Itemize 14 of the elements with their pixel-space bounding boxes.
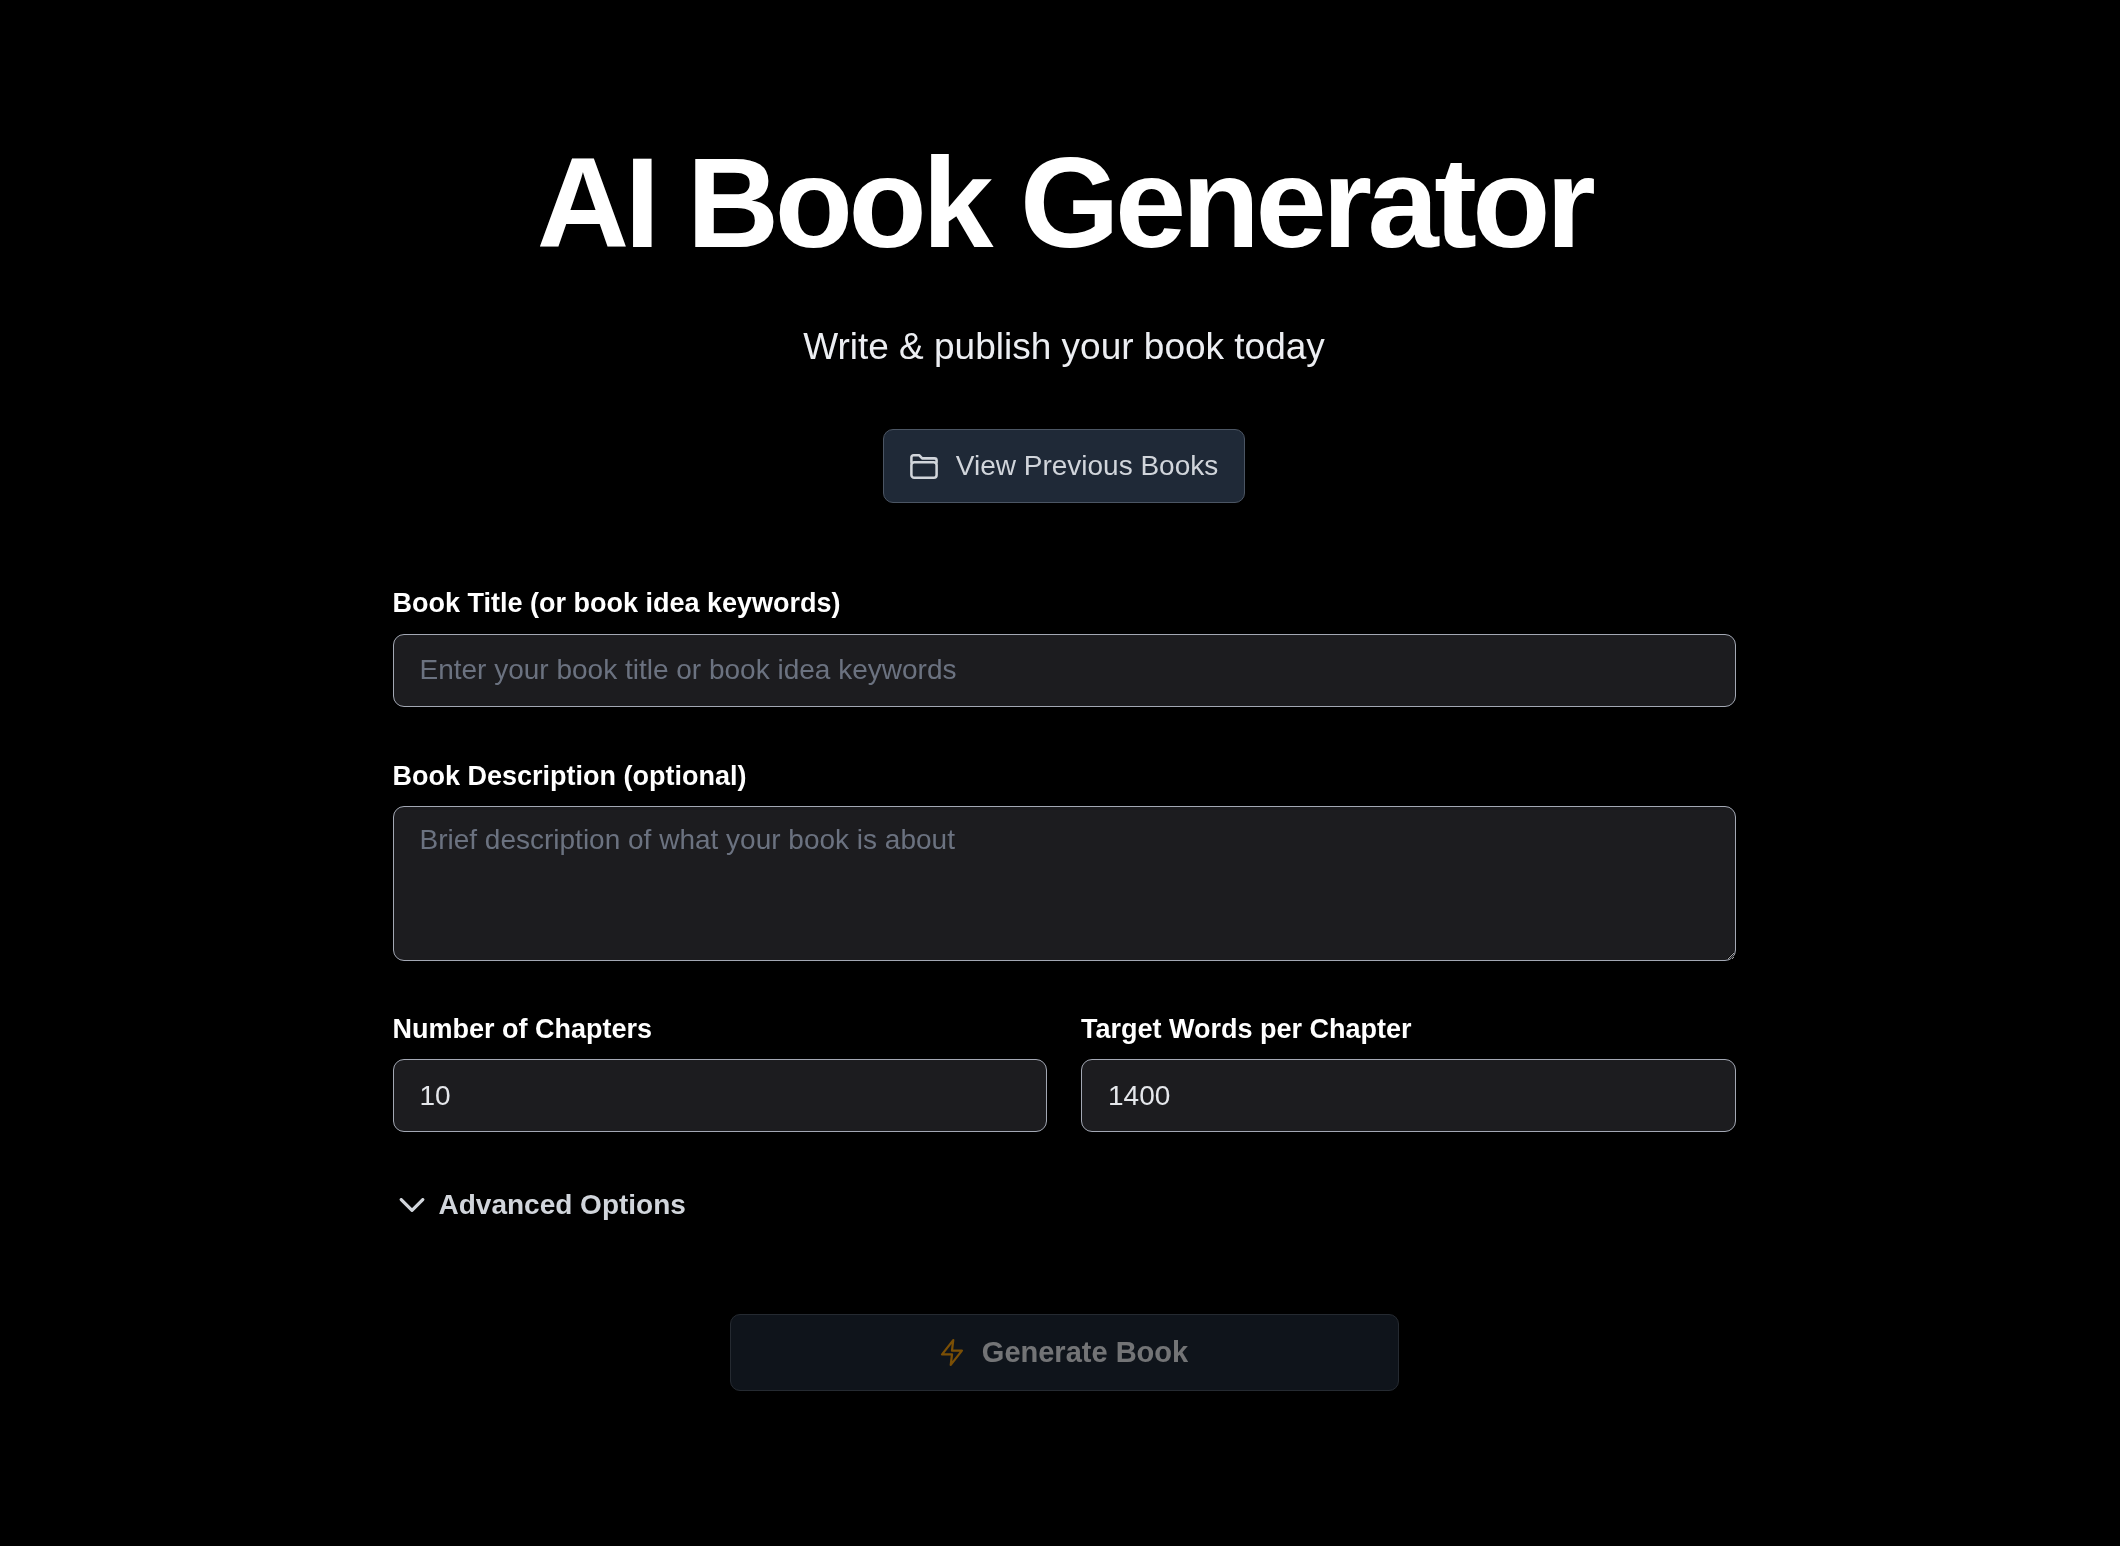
page-title: AI Book Generator (536, 133, 1592, 274)
page-subtitle: Write & publish your book today (803, 324, 1325, 369)
number-input[interactable]: 1400 (1081, 1059, 1736, 1133)
lightning-icon (939, 1339, 964, 1367)
advanced-options-toggle[interactable]: Advanced Options (392, 1184, 686, 1227)
description-textarea[interactable]: Brief description of what your book is about (392, 805, 1736, 961)
field-label: Book Description (optional) (392, 759, 747, 792)
field-label: Target Words per Chapter (1081, 1012, 1412, 1046)
number-input[interactable]: 10 (392, 1059, 1047, 1133)
field-label: Book Title (or book idea keywords) (392, 587, 841, 620)
field-label: Number of Chapters (392, 1012, 653, 1046)
view-previous-books-button[interactable]: View Previous Books (882, 429, 1246, 504)
folder-icon (909, 453, 938, 479)
title-input[interactable]: Enter your book title or book idea keywords (392, 633, 1736, 707)
